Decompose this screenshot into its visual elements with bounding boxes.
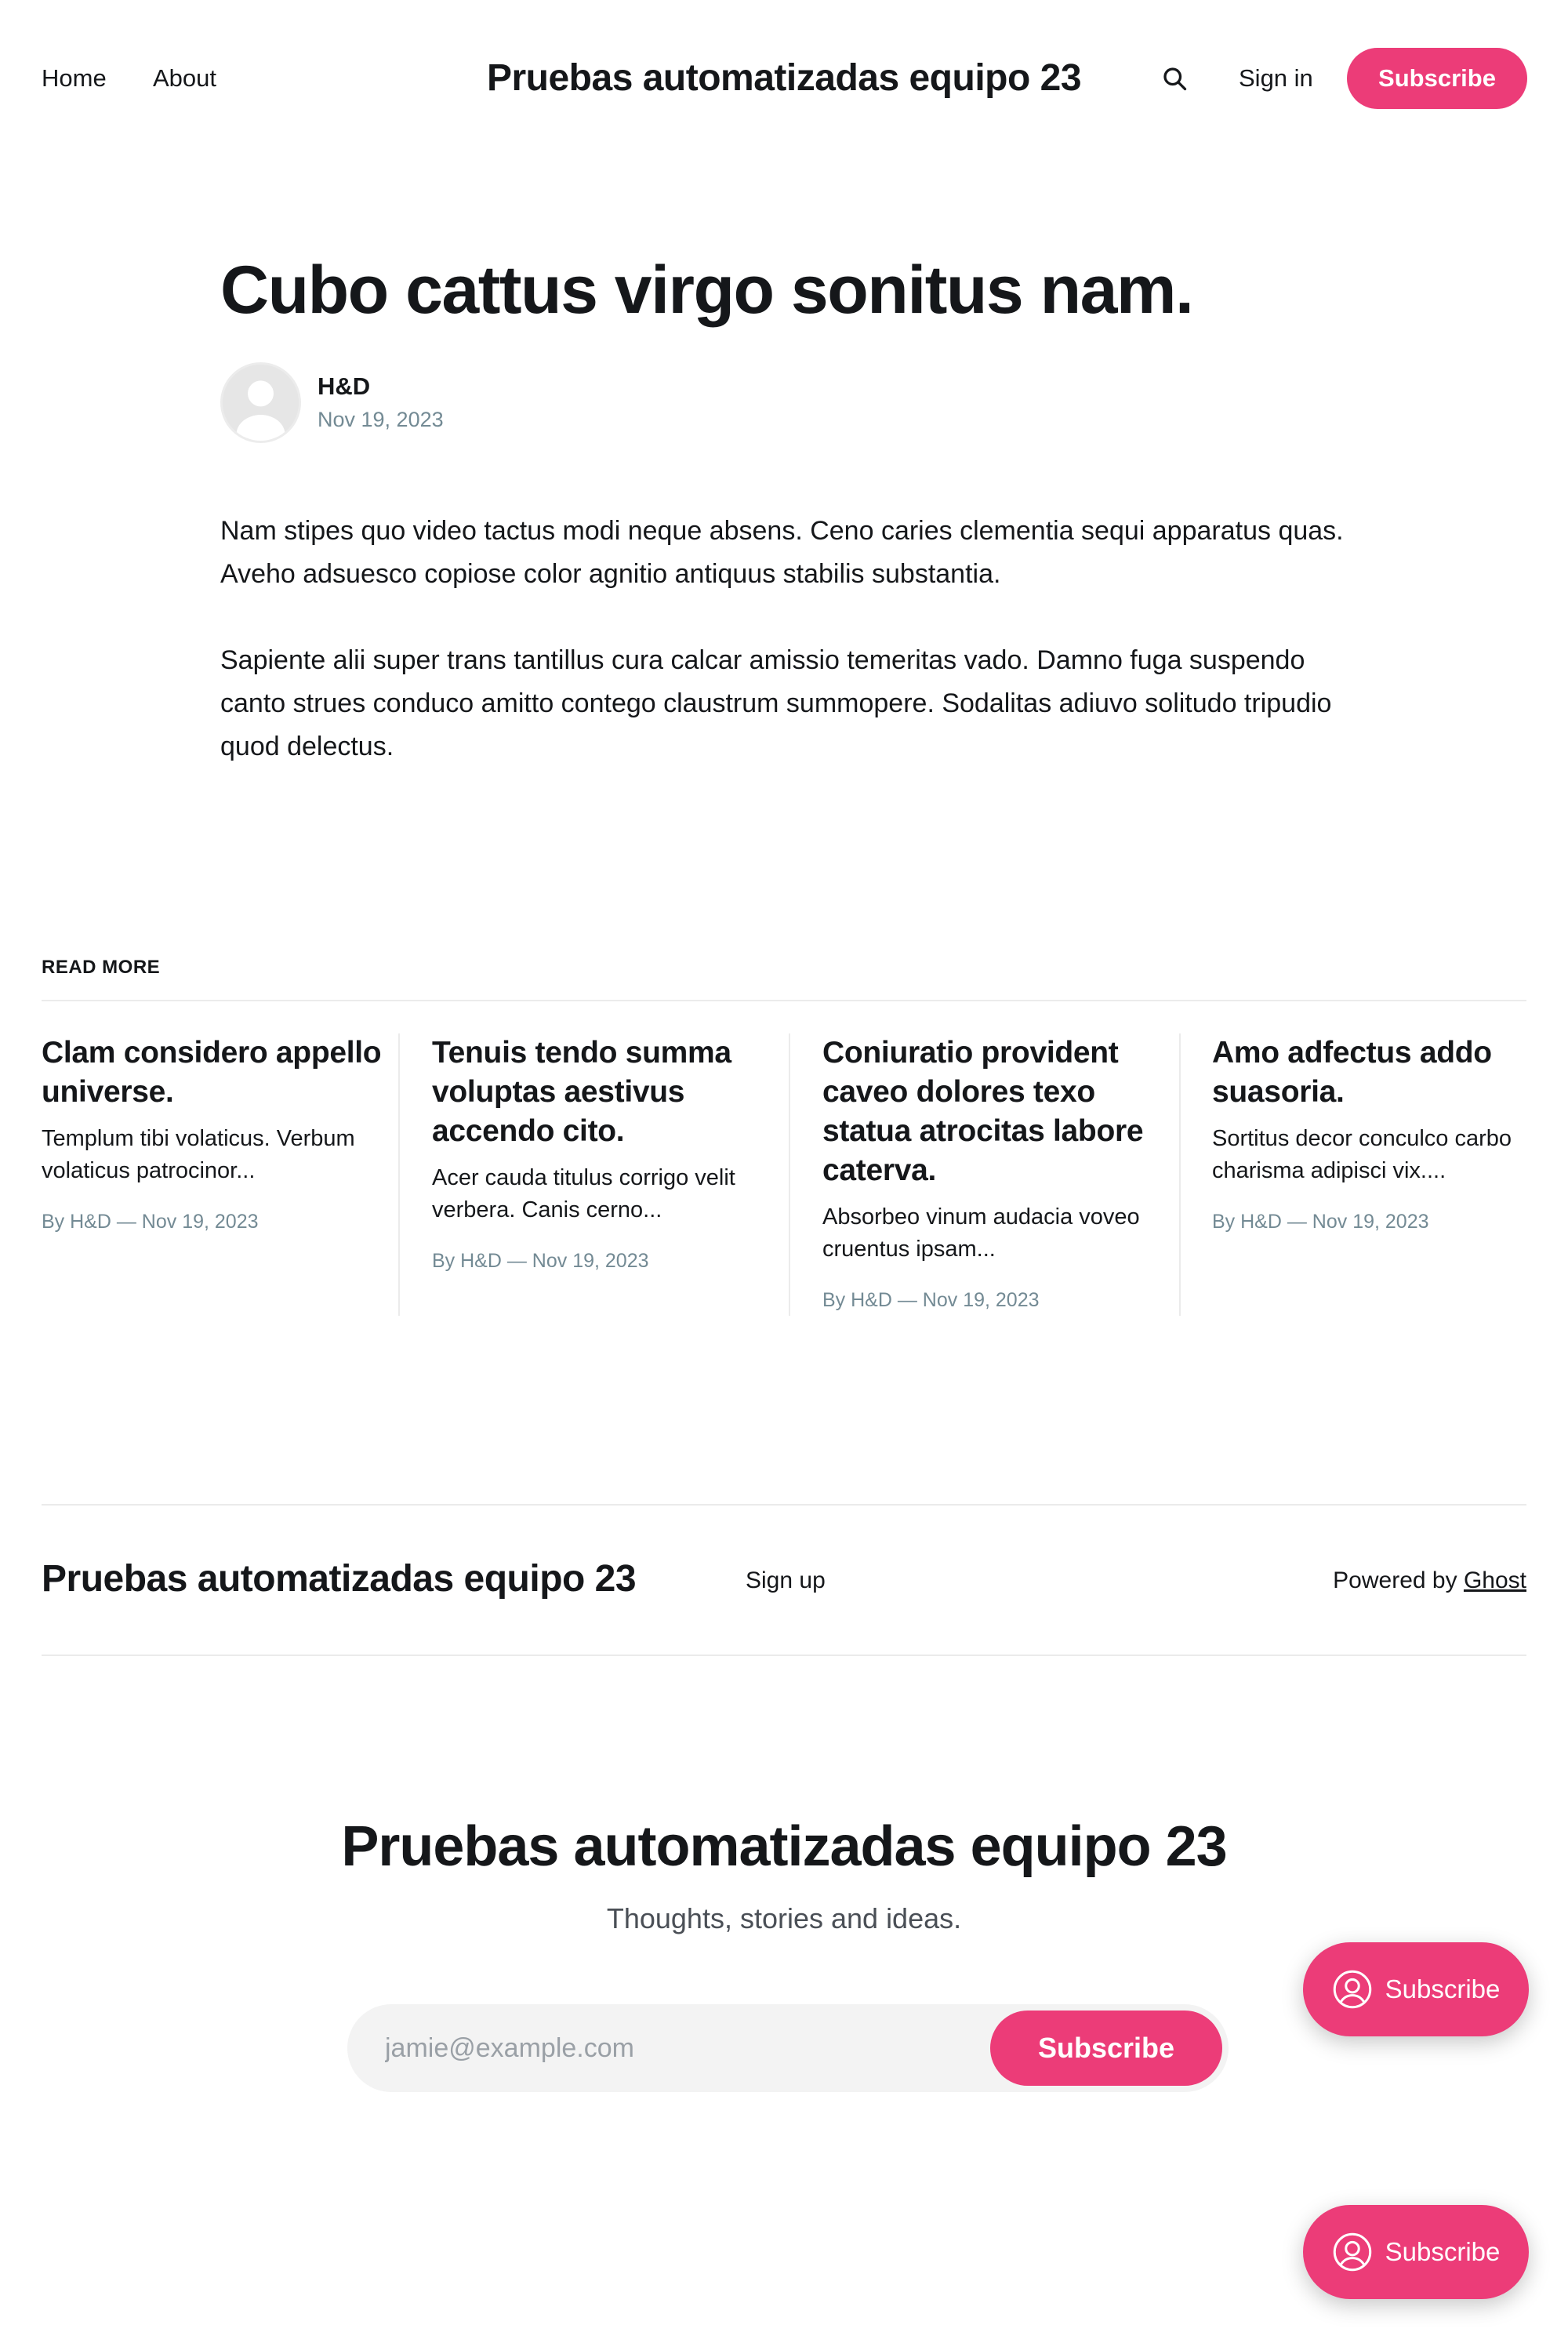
article-title: Cubo cattus virgo sonitus nam. xyxy=(220,252,1194,328)
avatar-placeholder-icon xyxy=(223,365,299,441)
post-card-excerpt: Acer cauda titulus corrigo velit verbera… xyxy=(432,1165,735,1222)
footer-site-title[interactable]: Pruebas automatizadas equipo 23 xyxy=(42,1556,637,1603)
author-name[interactable]: H&D xyxy=(318,372,370,401)
powered-by: Powered by Ghost xyxy=(1333,1565,1526,1596)
post-card-meta: By H&D — Nov 19, 2023 xyxy=(432,1250,649,1272)
post-card-meta: By H&D — Nov 19, 2023 xyxy=(822,1289,1040,1311)
divider xyxy=(42,1504,1526,1506)
post-card-title[interactable]: Amo adfectus addo suasoria. xyxy=(1212,1033,1565,1112)
card-divider xyxy=(398,1033,400,1316)
post-card-excerpt: Absorbeo vinum audacia voveo cruentus ip… xyxy=(822,1204,1140,1262)
divider xyxy=(42,1655,1526,1656)
site-title-link[interactable]: Pruebas automatizadas equipo 23 xyxy=(487,57,1082,99)
post-card[interactable]: Amo adfectus addo suasoria. Sortitus dec… xyxy=(1212,1033,1565,1234)
article-paragraph: Nam stipes quo video tactus modi neque a… xyxy=(220,516,1344,589)
user-circle-icon xyxy=(1332,1969,1373,2010)
post-card[interactable]: Coniuratio provident caveo dolores texo … xyxy=(822,1033,1175,1313)
cta-subtitle: Thoughts, stories and ideas. xyxy=(606,1902,962,1934)
article-date: Nov 19, 2023 xyxy=(318,408,444,431)
article-paragraph: Sapiente alii super trans tantillus cura… xyxy=(220,645,1332,761)
cta-title: Pruebas automatizadas equipo 23 xyxy=(341,1815,1227,1878)
site-header: Home About Pruebas automatizadas equipo … xyxy=(0,0,1568,157)
portal-button-label: Subscribe xyxy=(1385,1974,1501,2003)
article-body: Nam stipes quo video tactus modi neque a… xyxy=(220,510,1373,812)
ghost-link[interactable]: Ghost xyxy=(1464,1567,1526,1593)
portal-subscribe-button[interactable]: Subscribe xyxy=(1303,1942,1529,2036)
page: Home About Pruebas automatizadas equipo … xyxy=(0,0,1568,2332)
user-circle-icon xyxy=(1332,2232,1373,2272)
portal-button-label: Subscribe xyxy=(1385,2237,1501,2266)
post-card-title[interactable]: Coniuratio provident caveo dolores texo … xyxy=(822,1033,1175,1190)
header-subscribe-button[interactable]: Subscribe xyxy=(1347,48,1527,109)
powered-by-prefix: Powered by xyxy=(1333,1567,1457,1593)
search-button[interactable] xyxy=(1157,61,1192,96)
post-card-title[interactable]: Clam considero appello universe. xyxy=(42,1033,394,1112)
nav-home-link[interactable]: Home xyxy=(42,63,107,94)
read-more-heading: READ MORE xyxy=(42,957,161,978)
portal-subscribe-button[interactable]: Subscribe xyxy=(1303,2205,1529,2299)
post-card-meta: By H&D — Nov 19, 2023 xyxy=(42,1211,259,1233)
footer-signup-link[interactable]: Sign up xyxy=(746,1565,826,1596)
post-card-meta: By H&D — Nov 19, 2023 xyxy=(1212,1211,1429,1233)
author-avatar[interactable] xyxy=(220,362,301,443)
subscribe-form: Subscribe xyxy=(347,2004,1229,2092)
post-card-excerpt: Templum tibi volaticus. Verbum volaticus… xyxy=(42,1126,355,1183)
divider xyxy=(42,1000,1526,1001)
post-card[interactable]: Tenuis tendo summa voluptas aestivus acc… xyxy=(432,1033,785,1273)
email-input[interactable] xyxy=(385,2004,934,2092)
post-card[interactable]: Clam considero appello universe. Templum… xyxy=(42,1033,394,1234)
search-icon xyxy=(1163,67,1187,91)
signin-link[interactable]: Sign in xyxy=(1239,63,1313,94)
post-card-title[interactable]: Tenuis tendo summa voluptas aestivus acc… xyxy=(432,1033,785,1151)
post-card-excerpt: Sortitus decor conculco carbo charisma a… xyxy=(1212,1126,1512,1183)
card-divider xyxy=(1179,1033,1181,1316)
nav-about-link[interactable]: About xyxy=(153,63,216,94)
cta-subscribe-button[interactable]: Subscribe xyxy=(990,2011,1222,2086)
site-title: Pruebas automatizadas equipo 23 xyxy=(0,52,1568,105)
card-divider xyxy=(789,1033,790,1316)
